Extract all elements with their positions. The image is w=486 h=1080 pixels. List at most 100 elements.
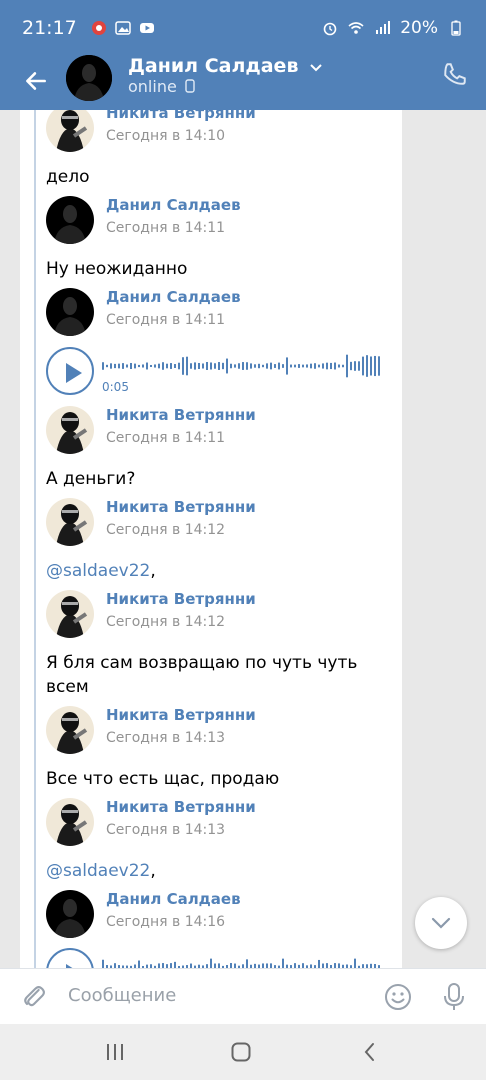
waveform-bar	[150, 364, 152, 368]
avatar[interactable]	[46, 590, 94, 638]
message-composer: Сообщение	[0, 968, 486, 1024]
mention-suffix: ,	[150, 561, 156, 581]
message-input[interactable]: Сообщение	[68, 985, 176, 1006]
waveform-bar	[266, 363, 268, 369]
mention-link[interactable]: @saldaev22	[46, 861, 150, 881]
avatar[interactable]	[46, 798, 94, 846]
waveform-bar	[278, 362, 280, 370]
nav-back-button[interactable]	[354, 1038, 384, 1066]
waveform-bar	[174, 364, 176, 368]
attach-button[interactable]	[20, 983, 48, 1011]
author-name[interactable]: Никита Ветрянни	[106, 590, 256, 608]
paperclip-icon	[24, 986, 45, 1007]
play-button[interactable]	[46, 347, 94, 395]
author-name[interactable]: Данил Салдаев	[106, 196, 241, 214]
waveform-bar	[330, 362, 332, 370]
signal-icon	[376, 20, 391, 34]
avatar[interactable]	[46, 110, 94, 152]
phone-icon	[444, 63, 466, 85]
author-name[interactable]: Никита Ветрянни	[106, 706, 256, 724]
home-button[interactable]	[226, 1038, 256, 1066]
waveform-bar	[342, 364, 344, 368]
avatar[interactable]	[46, 706, 94, 754]
header-avatar[interactable]	[66, 55, 112, 101]
waveform-bar	[214, 363, 216, 369]
waveform-bar	[298, 364, 300, 368]
waveform-bar	[314, 363, 316, 369]
waveform-bar	[206, 362, 208, 370]
status-text: online	[128, 77, 177, 96]
voice-message	[46, 948, 381, 968]
waveform-bar	[286, 357, 288, 375]
chevron-down-icon	[310, 64, 322, 72]
message-header: Никита Ветрянни Сегодня в 14:13	[46, 798, 256, 846]
waveform-bar	[106, 364, 108, 368]
voice-waveform[interactable]	[102, 952, 380, 968]
waveform-bar	[198, 362, 200, 370]
waveform-bar	[218, 362, 220, 370]
avatar[interactable]	[46, 196, 94, 244]
waveform-bar	[126, 364, 128, 368]
waveform-bar	[178, 362, 180, 370]
youtube-icon	[139, 22, 154, 33]
waveform-bar	[134, 363, 136, 369]
message-text: Ну неожиданно	[46, 259, 188, 279]
voice-waveform[interactable]	[102, 351, 380, 381]
message-text: А деньги?	[46, 469, 136, 489]
waveform-bar	[238, 363, 240, 369]
voice-record-button[interactable]	[440, 981, 468, 1013]
message-time: Сегодня в 14:11	[106, 312, 226, 328]
message-header: Данил Салдаев Сегодня в 14:16	[46, 890, 241, 938]
waveform-bar	[366, 355, 368, 377]
author-name[interactable]: Никита Ветрянни	[106, 498, 256, 516]
waveform-bar	[310, 363, 312, 369]
waveform-bar	[322, 363, 324, 369]
waveform-bar	[210, 362, 212, 370]
mention-suffix: ,	[150, 861, 156, 881]
mention-link[interactable]: @saldaev22	[46, 561, 150, 581]
waveform-bar	[242, 362, 244, 370]
voice-message: 0:05	[46, 347, 381, 397]
message-list[interactable]: Никита Ветрянни Сегодня в 14:10 дело Дан…	[20, 110, 402, 968]
message-time: Сегодня в 14:11	[106, 220, 226, 236]
waveform-bar	[250, 363, 252, 369]
avatar[interactable]	[46, 406, 94, 454]
waveform-bar	[346, 354, 348, 378]
waveform-bar	[374, 355, 376, 377]
back-button[interactable]	[18, 63, 54, 99]
emoji-button[interactable]	[382, 981, 414, 1013]
waveform-bar	[358, 361, 360, 371]
waveform-bar	[186, 356, 188, 376]
waveform-bar	[350, 361, 352, 371]
message-header: Никита Ветрянни Сегодня в 14:11	[46, 406, 256, 454]
chat-header: Данил Салдаев online	[0, 55, 486, 110]
play-button[interactable]	[46, 948, 94, 968]
waveform-bar	[274, 364, 276, 368]
waveform-bar	[226, 358, 228, 374]
waveform-bar	[338, 364, 340, 368]
call-button[interactable]	[442, 61, 470, 89]
microphone-icon	[444, 983, 464, 1010]
author-name[interactable]: Никита Ветрянни	[106, 110, 256, 122]
waveform-bar	[190, 363, 192, 369]
smile-icon	[385, 984, 411, 1010]
avatar[interactable]	[46, 890, 94, 938]
author-name[interactable]: Никита Ветрянни	[106, 406, 256, 424]
scroll-down-button[interactable]	[415, 897, 467, 949]
message-text: Все что есть щас, продаю	[46, 769, 280, 789]
play-icon	[66, 363, 82, 383]
mobile-icon	[185, 79, 195, 93]
waveform-bar	[254, 364, 256, 368]
message-header: Данил Салдаев Сегодня в 14:11	[46, 288, 241, 336]
waveform-bar	[102, 959, 104, 968]
avatar[interactable]	[46, 498, 94, 546]
author-name[interactable]: Данил Салдаев	[106, 890, 241, 908]
author-name[interactable]: Никита Ветрянни	[106, 798, 256, 816]
waveform-bar	[362, 356, 364, 376]
author-name[interactable]: Данил Салдаев	[106, 288, 241, 306]
avatar[interactable]	[46, 288, 94, 336]
chevron-down-icon	[431, 917, 451, 929]
message-text: @saldaev22,	[46, 859, 376, 883]
chat-title[interactable]: Данил Салдаев	[128, 55, 323, 77]
recent-apps-button[interactable]	[100, 1038, 130, 1066]
